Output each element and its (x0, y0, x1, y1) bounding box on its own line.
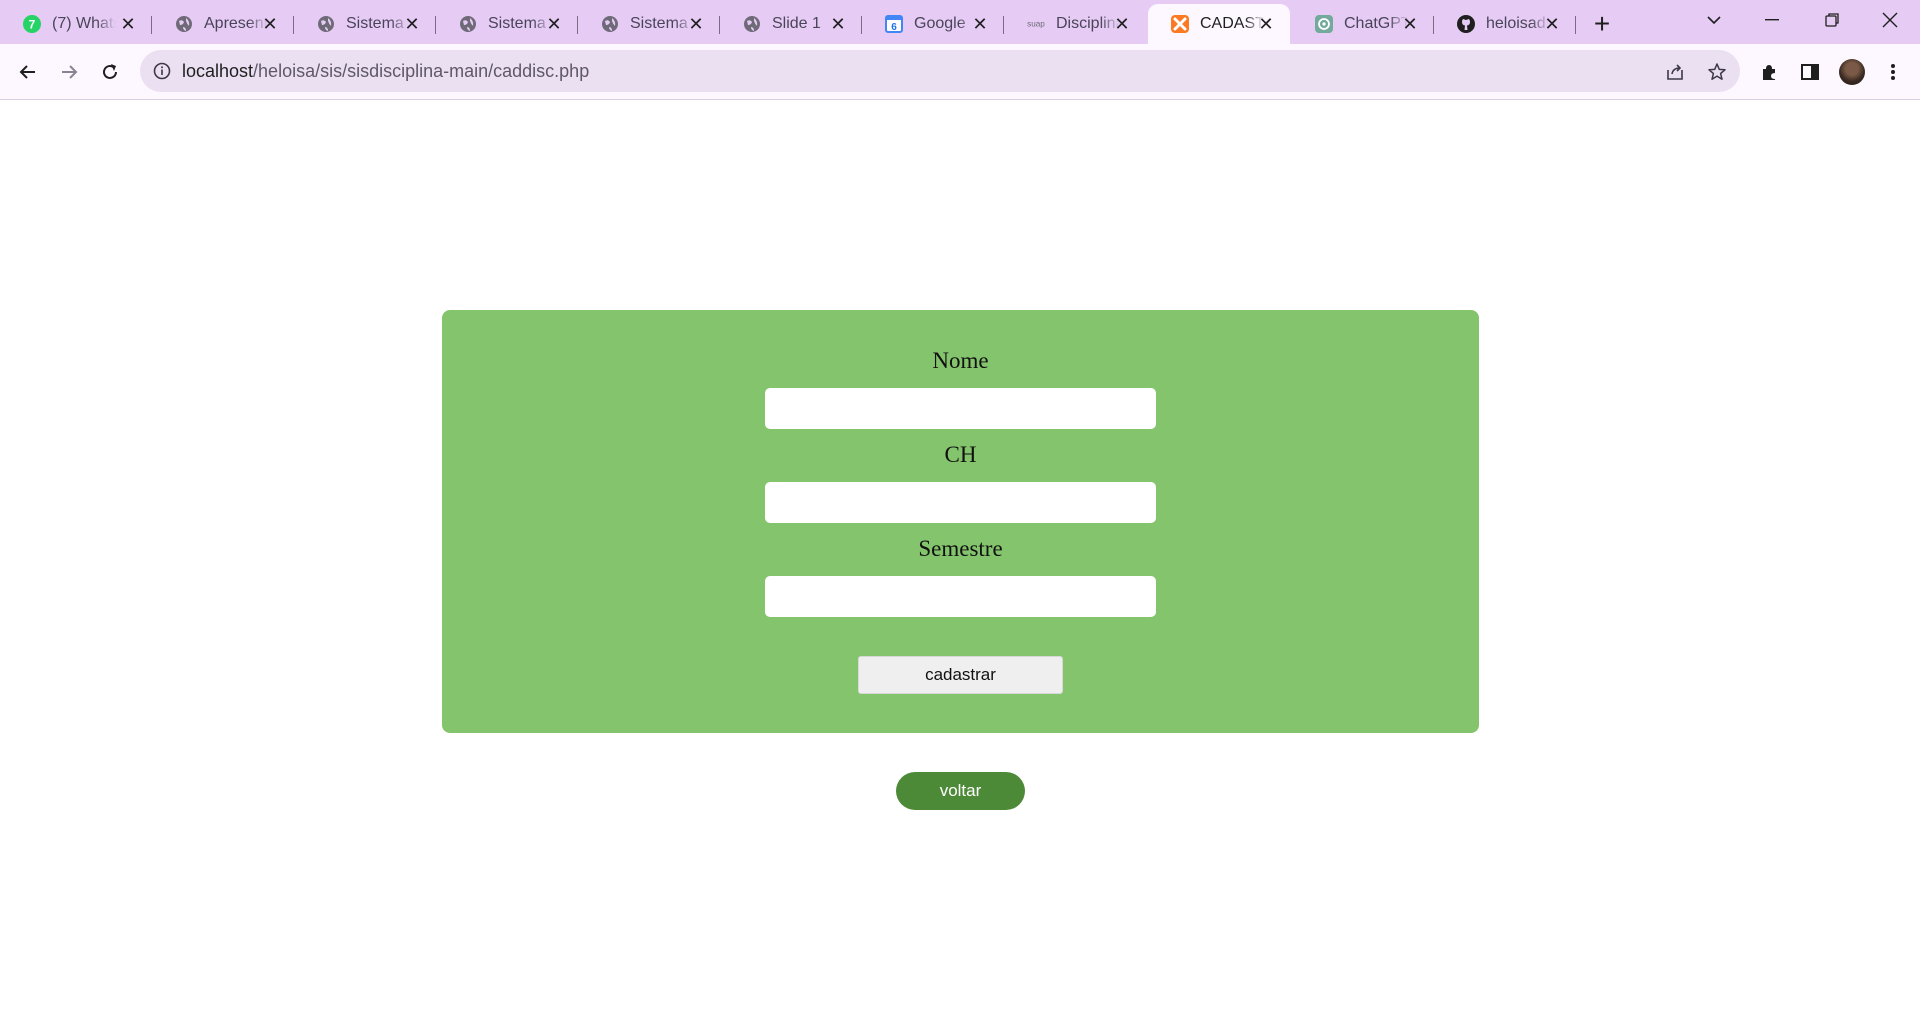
tab-chatgpt[interactable]: ChatGPT ✕ (1292, 4, 1434, 44)
tab-sistema-2[interactable]: Sistema ✕ (436, 4, 578, 44)
close-tab-icon[interactable]: ✕ (260, 14, 280, 34)
tab-title: Slide 1 (772, 15, 821, 32)
tab-slide-1[interactable]: Slide 1 ✕ (720, 4, 862, 44)
ch-label: CH (944, 442, 977, 467)
profile-avatar[interactable] (1835, 55, 1869, 89)
semestre-label: Semestre (918, 536, 1003, 561)
google-calendar-icon: 6 (884, 14, 904, 34)
svg-text:7: 7 (29, 18, 36, 32)
new-tab-button[interactable]: + (1586, 8, 1618, 40)
tab-title: CADASTRO (1200, 15, 1264, 32)
tab-sistema-1[interactable]: Sistema ✕ (294, 4, 436, 44)
url-path: /heloisa/sis/sisdisciplina-main/caddisc.… (253, 61, 590, 81)
close-tab-icon[interactable]: ✕ (828, 14, 848, 34)
chatgpt-icon (1314, 14, 1334, 34)
close-tab-icon[interactable]: ✕ (970, 14, 990, 34)
close-tab-icon[interactable]: ✕ (544, 14, 564, 34)
svg-text:6: 6 (891, 22, 897, 33)
cadastrar-button[interactable]: cadastrar (858, 656, 1063, 694)
bookmark-star-icon[interactable] (1706, 61, 1728, 83)
nome-label: Nome (932, 348, 989, 373)
svg-text:suap: suap (1027, 20, 1045, 29)
tab-title: Google (914, 15, 966, 32)
address-bar[interactable]: localhost/heloisa/sis/sisdisciplina-main… (140, 50, 1740, 92)
tab-title: Sistema (346, 15, 404, 32)
minimize-button[interactable] (1742, 0, 1802, 40)
tab-strip: 7 (7) WhatsApp ✕ Apresentação ✕ Sistema … (0, 0, 1920, 44)
nome-input[interactable] (765, 388, 1156, 429)
globe-icon (742, 14, 762, 34)
reload-icon (103, 64, 117, 79)
globe-icon (316, 14, 336, 34)
tab-title: heloisad (1486, 15, 1546, 32)
globe-icon (174, 14, 194, 34)
close-tab-icon[interactable]: ✕ (1256, 14, 1276, 34)
extensions-icon[interactable] (1752, 55, 1786, 89)
close-tab-icon[interactable]: ✕ (686, 14, 706, 34)
reload-button[interactable] (92, 54, 128, 90)
discipline-form: Nome CH Semestre cadastrar (442, 310, 1479, 733)
tab-title: Sistema (488, 15, 546, 32)
close-tab-icon[interactable]: ✕ (402, 14, 422, 34)
tab-title: Disciplina (1056, 15, 1120, 32)
site-info-icon[interactable] (152, 61, 172, 81)
tab-title: Sistema (630, 15, 688, 32)
tab-cadastro[interactable]: CADASTRO ✕ (1148, 4, 1290, 44)
arrow-left-icon (19, 65, 35, 79)
whatsapp-icon: 7 (22, 14, 42, 34)
close-window-button[interactable] (1860, 0, 1920, 40)
tab-whatsapp[interactable]: 7 (7) WhatsApp ✕ (0, 4, 152, 44)
globe-icon (600, 14, 620, 34)
suap-icon: suap (1026, 14, 1046, 34)
browser-menu-icon[interactable] (1876, 55, 1910, 89)
url-host: localhost (182, 61, 254, 81)
tab-disciplina[interactable]: suap Disciplina ✕ (1004, 4, 1146, 44)
tab-google[interactable]: 6 Google ✕ (862, 4, 1004, 44)
side-panel-icon[interactable] (1793, 55, 1827, 89)
arrow-right-icon (62, 65, 78, 79)
back-button[interactable] (10, 54, 46, 90)
ch-input[interactable] (765, 482, 1156, 523)
tab-title: (7) WhatsApp (52, 15, 116, 32)
tab-title: ChatGPT (1344, 15, 1408, 32)
url-text[interactable]: localhost/heloisa/sis/sisdisciplina-main… (182, 61, 589, 82)
tab-github[interactable]: heloisad ✕ (1434, 4, 1576, 44)
close-tab-icon[interactable]: ✕ (1112, 14, 1132, 34)
close-tab-icon[interactable]: ✕ (1400, 14, 1420, 34)
globe-icon (458, 14, 478, 34)
share-icon[interactable] (1664, 61, 1686, 83)
close-tab-icon[interactable]: ✕ (118, 14, 138, 34)
avatar (1839, 59, 1865, 85)
tab-sistema-3[interactable]: Sistema ✕ (578, 4, 720, 44)
tab-search-icon[interactable] (1684, 0, 1744, 40)
voltar-button[interactable]: voltar (896, 772, 1025, 810)
restore-button[interactable] (1802, 0, 1862, 40)
github-icon (1456, 14, 1476, 34)
semestre-input[interactable] (765, 576, 1156, 617)
tab-apresentacao[interactable]: Apresentação ✕ (152, 4, 294, 44)
xampp-icon (1170, 14, 1190, 34)
browser-toolbar: localhost/heloisa/sis/sisdisciplina-main… (0, 44, 1920, 100)
tab-title: Apresentação (204, 15, 268, 32)
forward-button[interactable] (51, 54, 87, 90)
close-tab-icon[interactable]: ✕ (1542, 14, 1562, 34)
